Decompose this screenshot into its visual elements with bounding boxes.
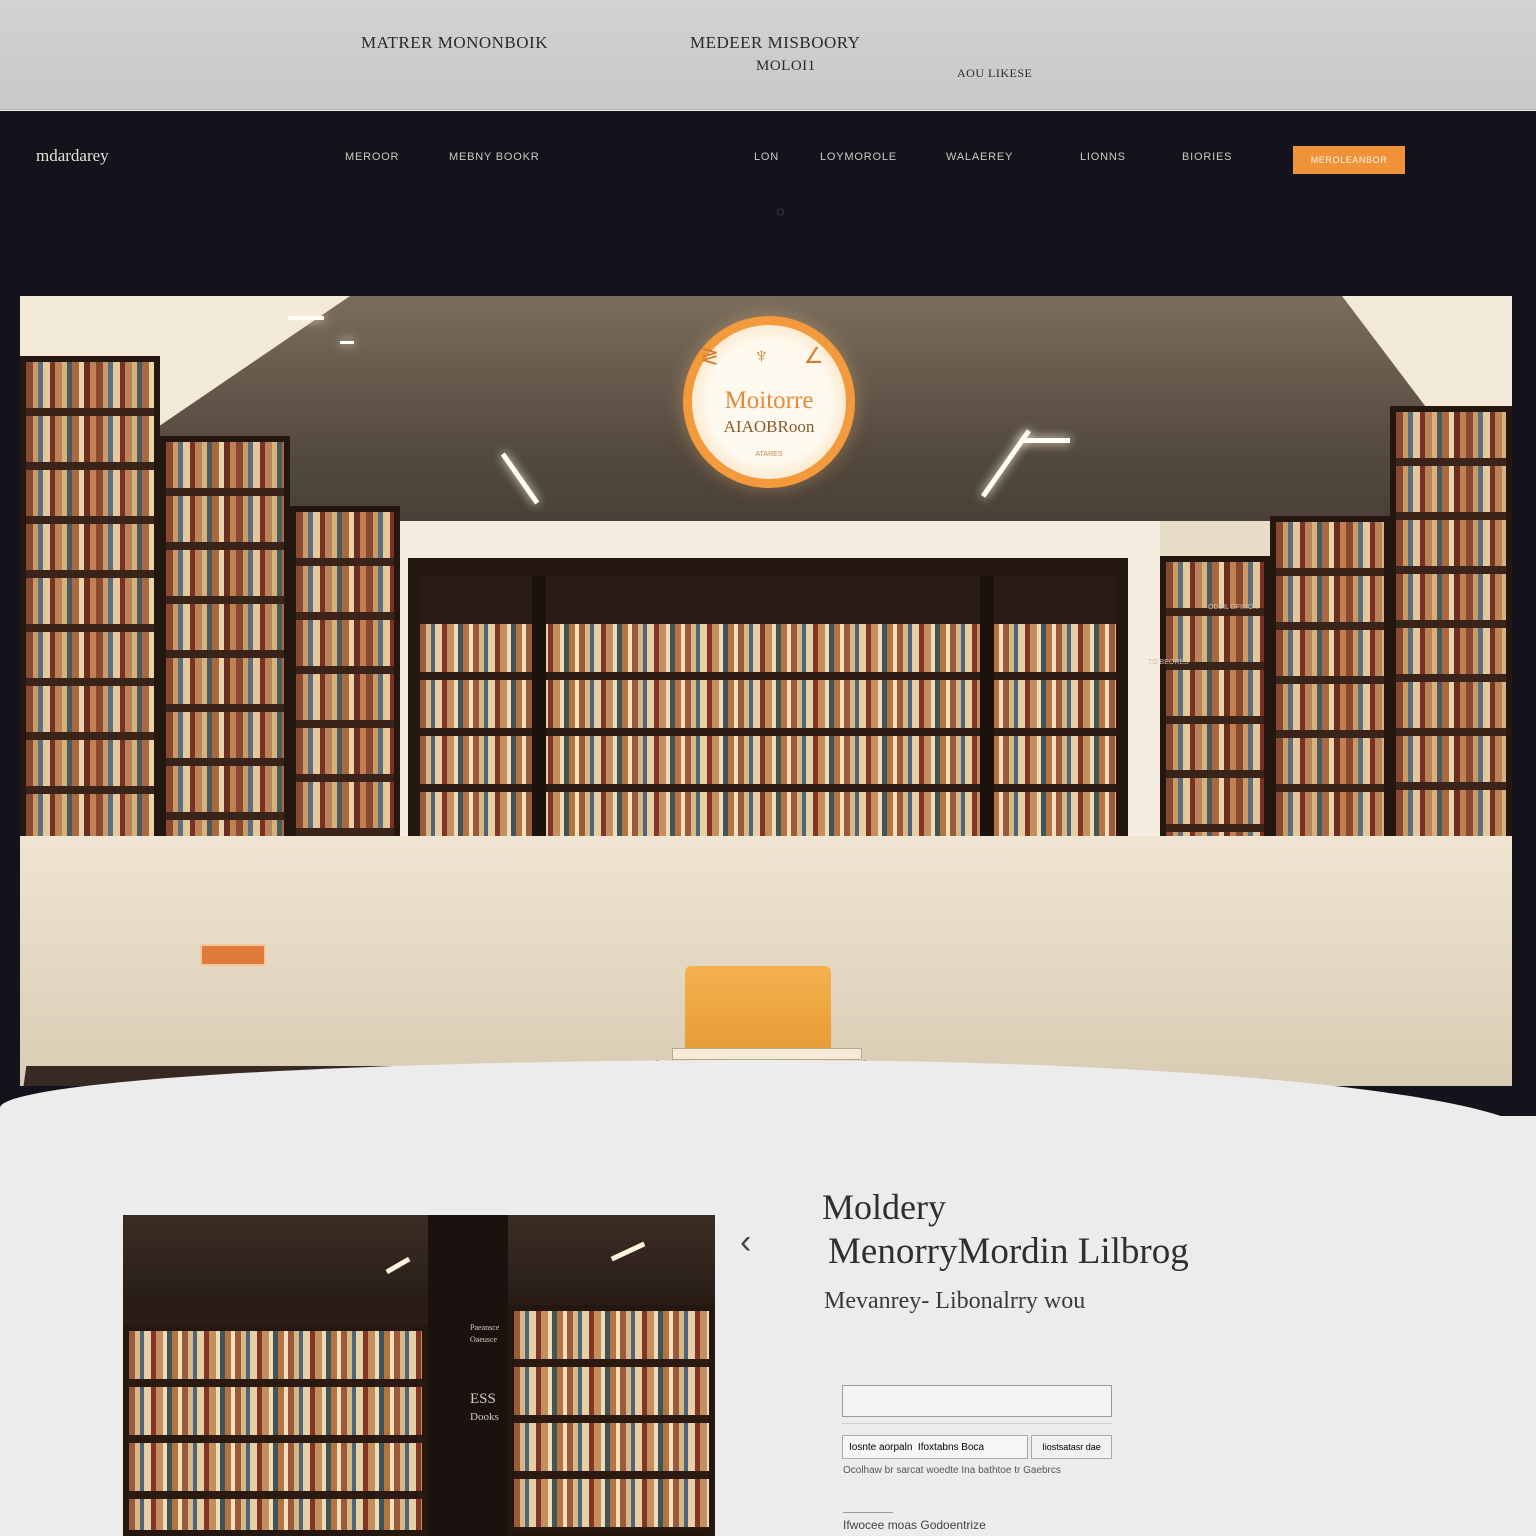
main-input-field[interactable] xyxy=(842,1385,1112,1417)
secondary-input-field[interactable] xyxy=(842,1435,1028,1459)
section-subtitle: MenorryMordin Lilbrog xyxy=(828,1231,1189,1272)
hero-bookstore-image: ODBIL DFIMON TO BEORES ≷ ♆ ∠ Moitorre AI… xyxy=(20,296,1512,1086)
field-divider xyxy=(842,1423,1112,1424)
pillar-text-3: ESS xyxy=(470,1391,496,1407)
submit-button[interactable]: Iiostsatasr dae xyxy=(1031,1435,1112,1459)
banner-center-subtitle: MOLOI1 xyxy=(756,58,816,74)
nav-link-7[interactable]: BIORIES xyxy=(1182,151,1232,163)
footer-divider xyxy=(843,1512,893,1513)
logo-sub-text: AIAOBRoon xyxy=(723,417,815,436)
pillar-text-4: Dooks xyxy=(470,1411,499,1423)
logo-main-text: Moitorre xyxy=(724,387,814,414)
store-logo-sign: ≷ ♆ ∠ Moitorre AIAOBRoon ATARES xyxy=(683,316,855,488)
loading-spinner-icon: ◌ xyxy=(776,203,785,219)
logo-leaf-icon: ≷ ♆ ∠ xyxy=(700,343,838,368)
nav-link-6[interactable]: LIONNS xyxy=(1080,151,1126,163)
hero-section: mdardarey MEROOR MEBNY BOOKR LON LOYMORO… xyxy=(0,111,1536,1116)
nav-link-1[interactable]: MEROOR xyxy=(345,151,399,163)
main-nav: mdardarey MEROOR MEBNY BOOKR LON LOYMORO… xyxy=(0,111,1536,219)
wall-sign xyxy=(200,944,266,966)
pillar-text-2: Oaeusce xyxy=(470,1335,498,1344)
lower-bookshelf-left xyxy=(123,1325,428,1536)
banner-center-title: MEDEER MISBOORY xyxy=(690,33,861,52)
nav-link-4[interactable]: LOYMOROLE xyxy=(820,151,897,163)
pillar-text-1: Paeansce xyxy=(470,1323,500,1332)
lower-bookshelf-right xyxy=(508,1305,715,1536)
banner-right-label: AOU LIKESE xyxy=(957,66,1033,80)
reading-chair xyxy=(685,966,831,1056)
brand-logo[interactable]: mdardarey xyxy=(36,146,109,166)
top-banner: MATRER MONONBOIK MEDEER MISBOORY MOLOI1 … xyxy=(0,0,1536,110)
banner-left-title: MATRER MONONBOIK xyxy=(361,33,548,52)
nav-link-3[interactable]: LON xyxy=(754,151,779,163)
nav-link-2[interactable]: MEBNY BOOKR xyxy=(449,151,540,163)
wall-sign-right: ODBIL DFIMON xyxy=(1208,604,1259,611)
nav-link-5[interactable]: WALAEREY xyxy=(946,151,1013,163)
wall-sign-right-2: TO BEORES xyxy=(1148,659,1189,666)
field-hint-text: Ocolhaw br sarcat woedte Ina bathtoe tr … xyxy=(843,1465,1061,1476)
nav-cta-button[interactable]: MEROLEANBOR xyxy=(1293,146,1405,174)
lower-pillar xyxy=(428,1215,508,1536)
section-tagline: Mevanrey- Libonalrry wou xyxy=(824,1288,1086,1314)
section-title: Moldery xyxy=(822,1187,946,1227)
chevron-left-icon[interactable]: ‹ xyxy=(740,1225,751,1259)
logo-tiny-text: ATARES xyxy=(755,451,783,458)
footer-note: Ifwocee moas Godoentrize xyxy=(843,1518,986,1532)
lower-bookstore-image: Paeansce Oaeusce ESS Dooks xyxy=(123,1215,715,1536)
